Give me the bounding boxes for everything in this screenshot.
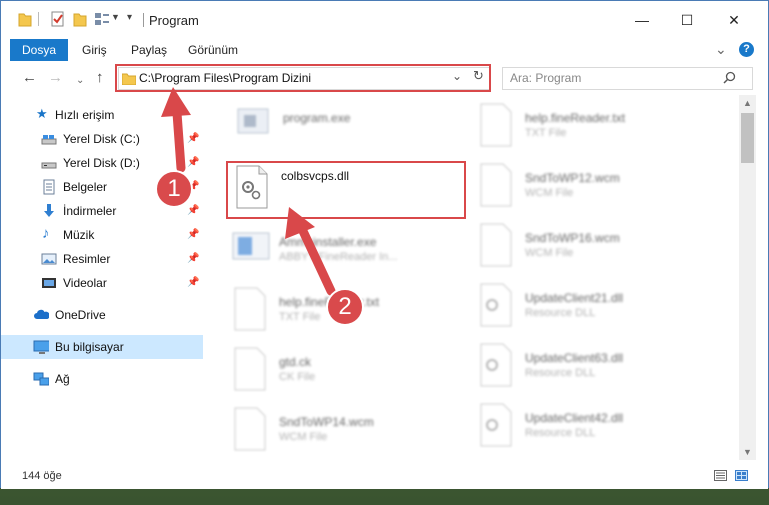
arrow-1-head xyxy=(161,87,191,117)
explorer-window: ▼ ▾ Program — ☐ ✕ Dosya Giriş Paylaş Gör… xyxy=(0,0,769,489)
callout-step-2: 2 xyxy=(326,288,364,326)
annotation-arrows xyxy=(161,87,336,296)
arrow-1 xyxy=(172,108,186,173)
arrow-2 xyxy=(298,226,336,296)
callout-step-1: 1 xyxy=(155,170,193,208)
